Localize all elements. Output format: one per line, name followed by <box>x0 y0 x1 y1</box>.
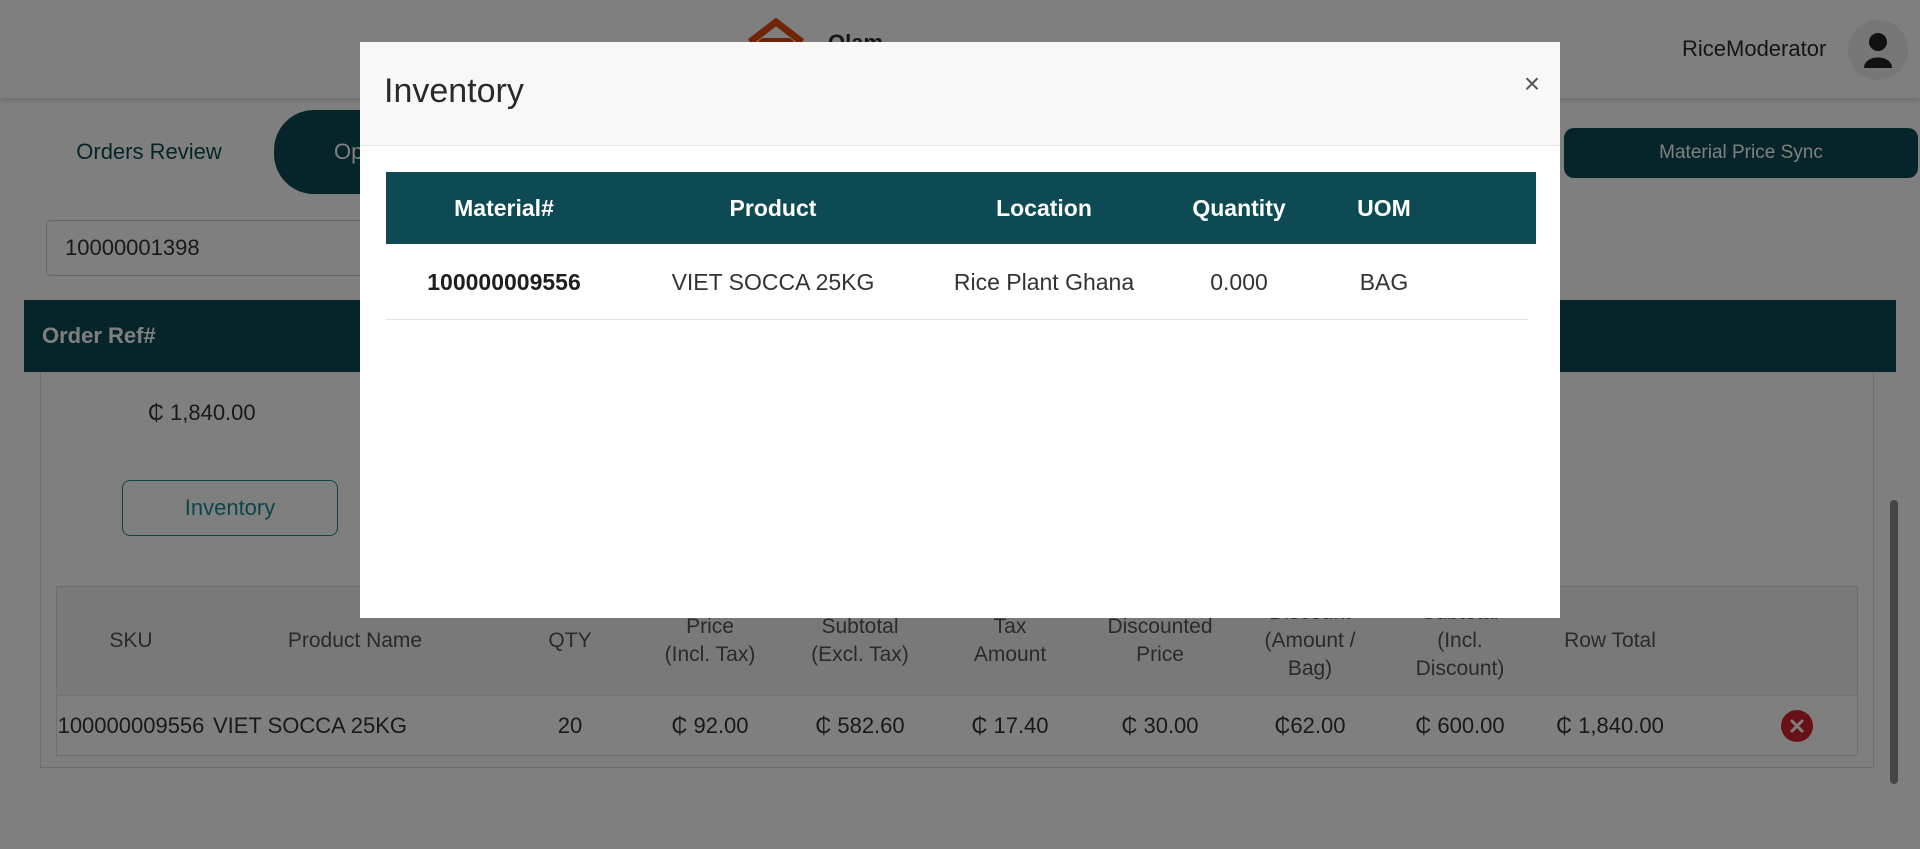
cell-quantity: 0.000 <box>1210 268 1268 295</box>
cell-location: Rice Plant Ghana <box>953 268 1135 295</box>
col-uom: UOM <box>1357 194 1411 221</box>
inventory-table: Material# Product Location Quantity UOM … <box>386 172 1536 320</box>
inventory-modal: Inventory × Material# Product Location Q… <box>360 42 1560 618</box>
modal-header: Inventory × <box>360 42 1560 146</box>
col-location: Location <box>996 194 1092 221</box>
cell-uom: BAG <box>1359 268 1409 295</box>
col-material: Material# <box>454 194 554 221</box>
cell-product: VIET SOCCA 25KG <box>671 268 875 295</box>
table-row: 100000009556 VIET SOCCA 25KG Rice Plant … <box>386 244 1528 320</box>
inventory-table-header: Material# Product Location Quantity UOM <box>386 172 1536 244</box>
modal-title: Inventory <box>384 72 524 110</box>
col-quantity: Quantity <box>1192 194 1286 221</box>
close-icon[interactable]: × <box>1514 66 1550 102</box>
cell-material: 100000009556 <box>427 268 581 295</box>
col-product: Product <box>729 194 817 221</box>
